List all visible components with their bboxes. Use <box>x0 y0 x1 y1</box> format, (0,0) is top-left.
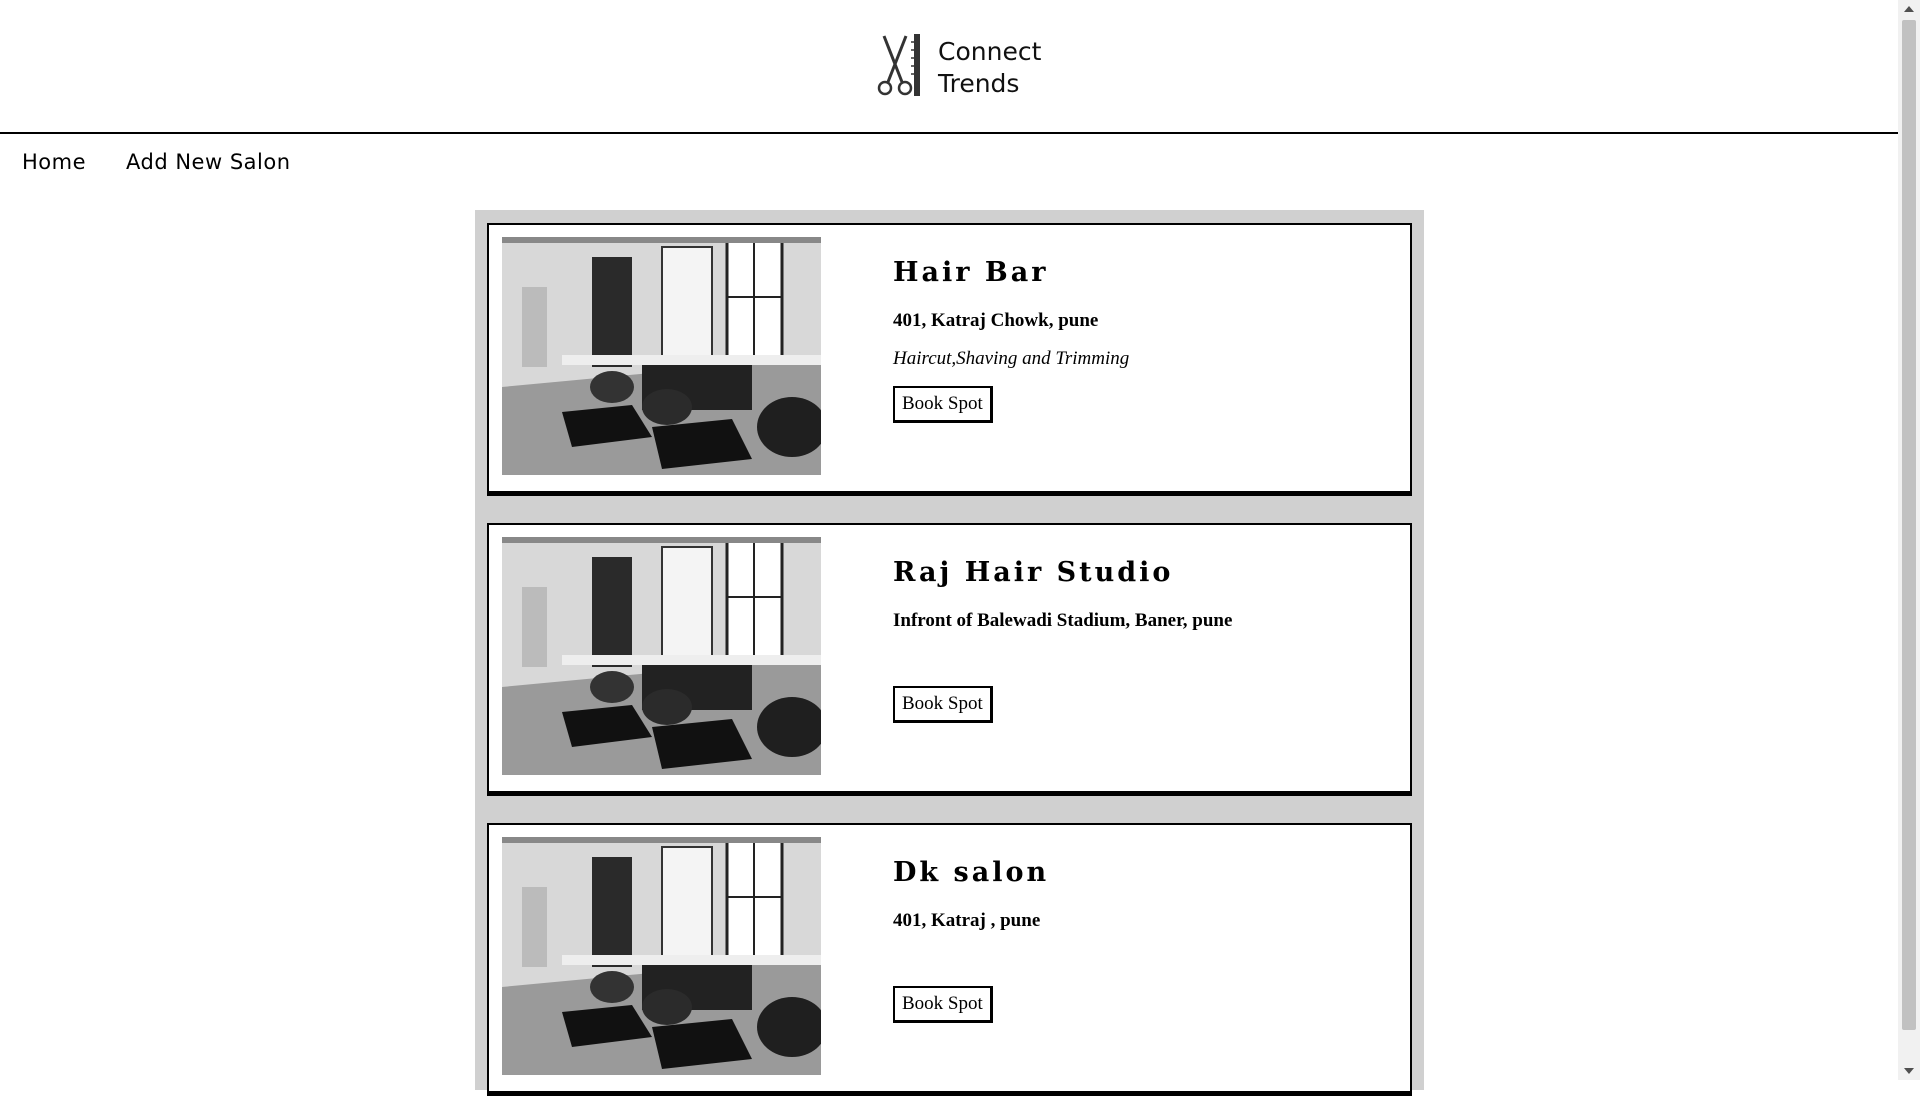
site-header: Connect Trends <box>0 0 1898 134</box>
salon-card: Raj Hair Studio Infront of Balewadi Stad… <box>487 523 1412 796</box>
page-scrollbar[interactable] <box>1898 0 1920 1080</box>
brand-logo[interactable]: Connect Trends <box>876 32 1041 104</box>
scroll-up-icon[interactable] <box>1904 6 1914 12</box>
salon-address: 401, Katraj Chowk, pune <box>893 310 1099 331</box>
salon-info: Dk salon 401, Katraj , pune Book Spot <box>893 857 1390 1023</box>
book-spot-button[interactable]: Book Spot <box>893 686 993 723</box>
book-spot-button[interactable]: Book Spot <box>893 386 993 423</box>
salon-photo <box>502 837 821 1075</box>
nav-home-link[interactable]: Home <box>22 150 86 174</box>
brand-line-1: Connect <box>938 37 1042 66</box>
brand-line-2: Trends <box>938 69 1020 98</box>
salon-name: Hair Bar <box>893 257 1049 288</box>
salon-card: Hair Bar 401, Katraj Chowk, pune Haircut… <box>487 223 1412 496</box>
salon-photo <box>502 237 821 475</box>
salon-address: 401, Katraj , pune <box>893 910 1041 931</box>
main-nav: Home Add New Salon <box>22 150 291 174</box>
salon-info: Hair Bar 401, Katraj Chowk, pune Haircut… <box>893 257 1390 423</box>
salon-address: Infront of Balewadi Stadium, Baner, pune <box>893 610 1233 631</box>
salon-info: Raj Hair Studio Infront of Balewadi Stad… <box>893 557 1390 723</box>
nav-add-salon-link[interactable]: Add New Salon <box>126 150 291 174</box>
salon-list: Hair Bar 401, Katraj Chowk, pune Haircut… <box>475 210 1424 1096</box>
book-spot-button[interactable]: Book Spot <box>893 986 993 1023</box>
scissors-comb-icon <box>876 32 924 105</box>
scrollbar-thumb[interactable] <box>1902 20 1916 1030</box>
scroll-down-icon[interactable] <box>1904 1068 1914 1074</box>
salon-name: Raj Hair Studio <box>893 557 1174 588</box>
brand-name: Connect Trends <box>938 36 1041 100</box>
salon-services: Haircut,Shaving and Trimming <box>893 348 1130 369</box>
salon-photo <box>502 537 821 775</box>
salon-card: Dk salon 401, Katraj , pune Book Spot <box>487 823 1412 1096</box>
salon-name: Dk salon <box>893 857 1050 888</box>
